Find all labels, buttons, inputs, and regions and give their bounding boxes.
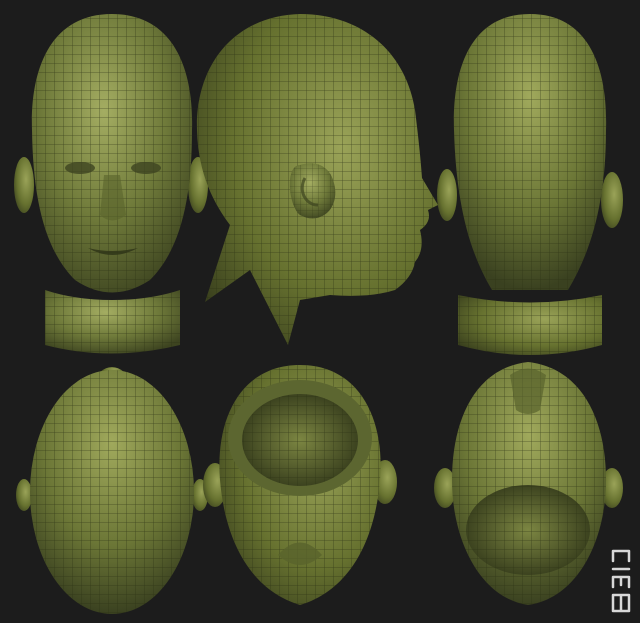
top-view: [16, 367, 208, 614]
front-view: [14, 14, 208, 354]
turnaround-sheet: CIEB: [0, 0, 640, 623]
front-eye-right: [131, 162, 161, 174]
side-view: [196, 14, 438, 345]
back-ear-right: [601, 172, 623, 228]
upside-down-view: [434, 362, 623, 605]
front-eye-left: [65, 162, 95, 174]
front-ear-left: [14, 157, 34, 213]
top-ear-left: [16, 479, 32, 511]
back-ear-left: [437, 169, 457, 221]
bottom-neck-view: [203, 365, 397, 605]
head-mesh-canvas: [14, 14, 623, 614]
back-view: [437, 14, 623, 355]
watermark-logo: CIEB: [608, 548, 634, 616]
